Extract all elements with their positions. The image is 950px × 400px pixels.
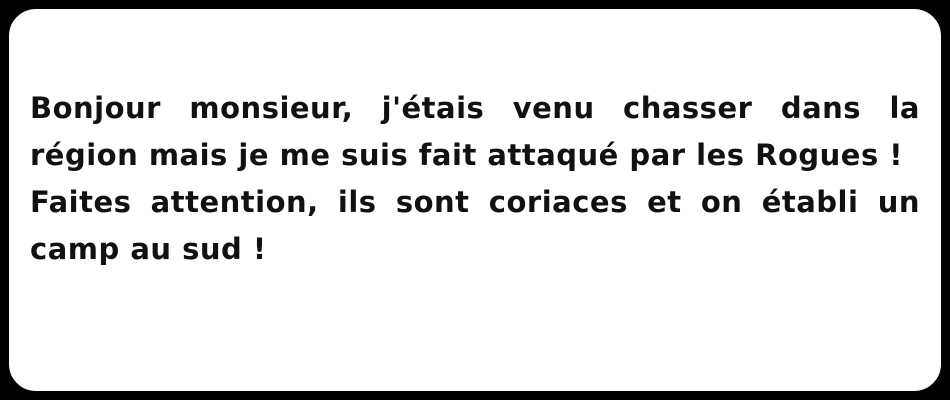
- dialog-box: Bonjour monsieur, j'étais venu chasser d…: [4, 4, 946, 396]
- dialog-paragraph-1: Bonjour monsieur, j'étais venu chasser d…: [30, 91, 920, 172]
- dialog-paragraph-2: Faites attention, ils sont coriaces et o…: [30, 185, 920, 266]
- dialog-text: Bonjour monsieur, j'étais venu chasser d…: [30, 85, 920, 273]
